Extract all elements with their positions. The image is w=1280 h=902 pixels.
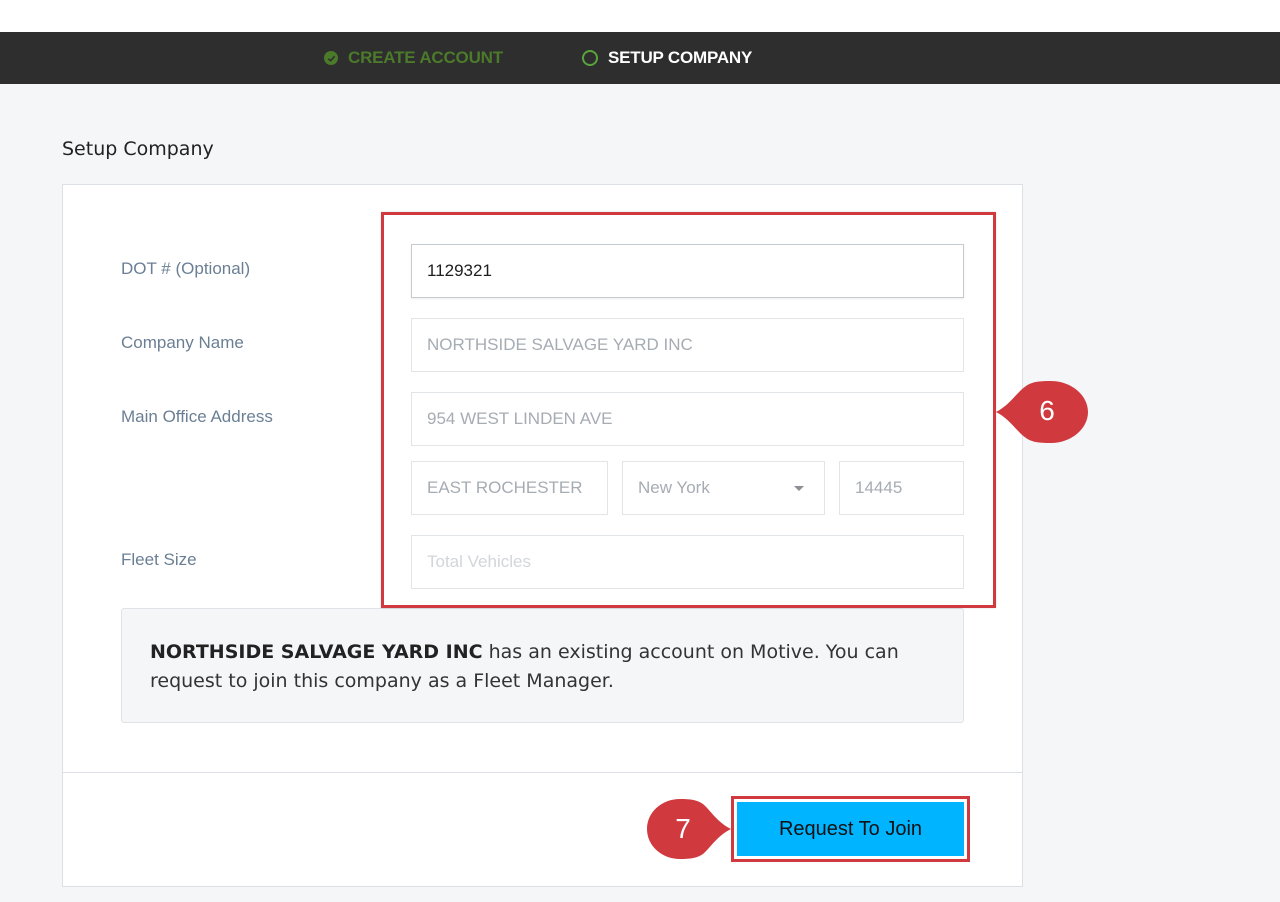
step-create-account-label: CREATE ACCOUNT (348, 48, 503, 67)
callout-marker-7: 7 (647, 799, 731, 859)
step-setup-company-label: SETUP COMPANY (608, 48, 753, 67)
callout-marker-6: 6 (996, 381, 1088, 443)
fleet-size-label: Fleet Size (121, 550, 197, 569)
circle-outline-icon (582, 50, 598, 66)
callout-number-6: 6 (1039, 395, 1055, 426)
address-label: Main Office Address (121, 407, 273, 426)
dot-label: DOT # (Optional) (121, 259, 251, 278)
notice-company-name: NORTHSIDE SALVAGE YARD INC (150, 641, 483, 663)
callout-number-7: 7 (675, 813, 691, 844)
step-progress-bar: CREATE ACCOUNT SETUP COMPANY (0, 32, 1280, 84)
existing-account-notice: NORTHSIDE SALVAGE YARD INC has an existi… (121, 608, 964, 723)
top-blank-strip (0, 0, 1280, 32)
step-setup-company: SETUP COMPANY (582, 32, 752, 84)
check-circle-icon (324, 51, 338, 65)
request-to-join-button[interactable]: Request To Join (737, 802, 964, 856)
page-title: Setup Company (62, 138, 214, 160)
company-name-label: Company Name (121, 333, 244, 352)
card-footer-divider (63, 772, 1022, 773)
step-create-account: CREATE ACCOUNT (324, 32, 503, 84)
form-fields-highlight (381, 212, 996, 608)
